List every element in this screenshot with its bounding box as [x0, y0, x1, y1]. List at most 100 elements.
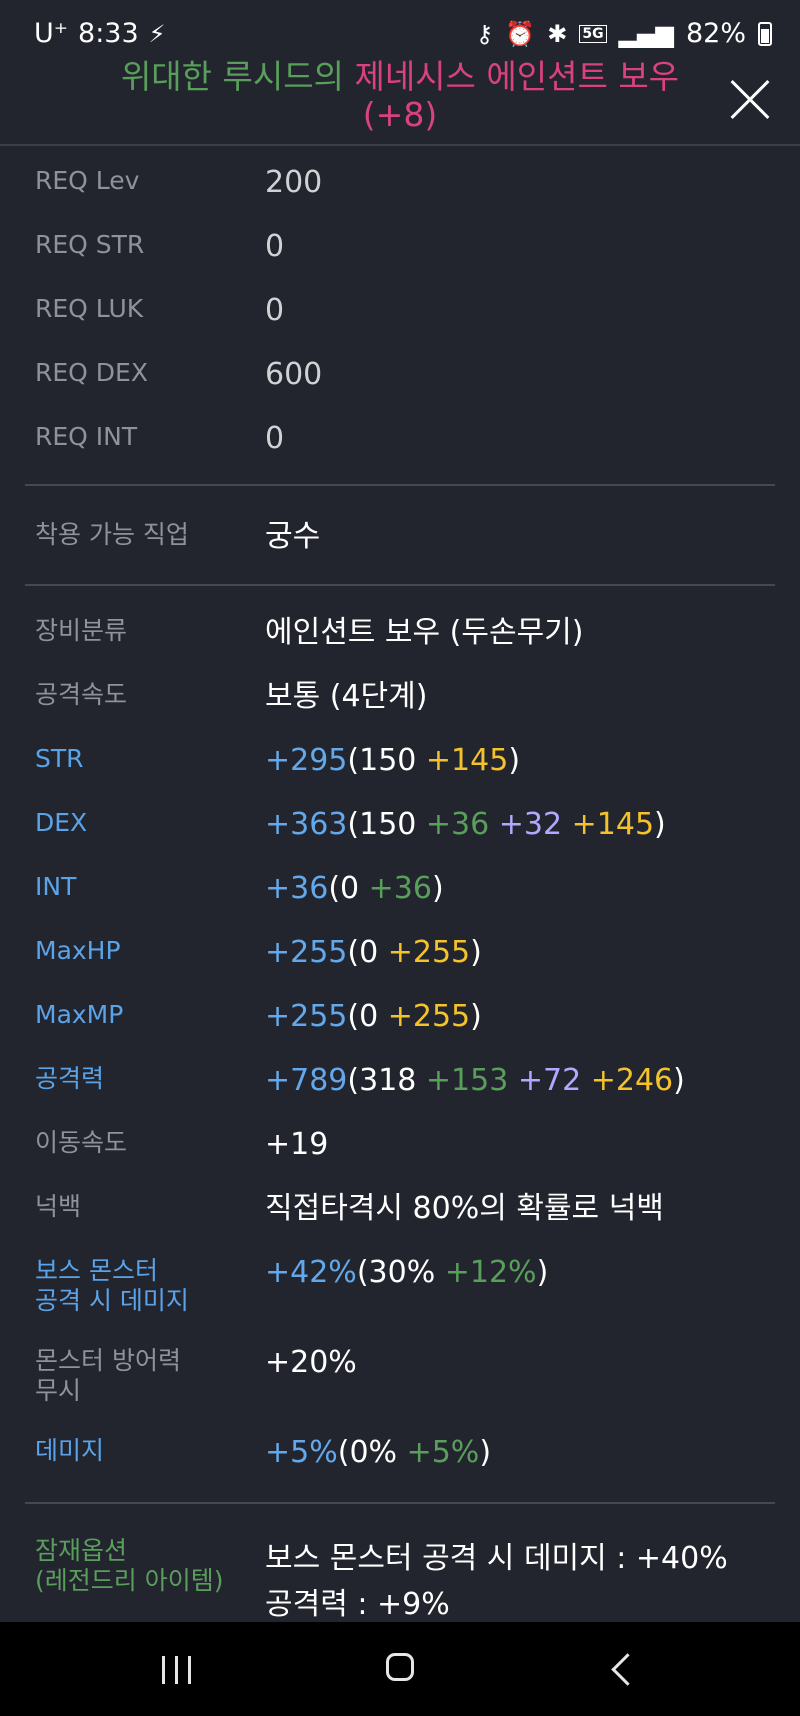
home-icon[interactable] [340, 1622, 460, 1716]
header-divider [0, 144, 800, 146]
dex-value: +363(150 +36 +32 +145) [265, 808, 666, 842]
carrier-label: U⁺ [34, 18, 69, 49]
knockback-row: 넉백 직접타격시 80%의 확률로 넉백 [35, 1192, 775, 1226]
dex-base: (150 [347, 807, 426, 842]
dex-scroll-bonus: +32 [498, 807, 563, 842]
ignore-def-row: 몬스터 방어력 무시 +20% [35, 1346, 775, 1406]
close-icon[interactable] [728, 78, 772, 122]
vpn-key-icon: ⚷ [475, 19, 494, 48]
attack-label: 공격력 [35, 1064, 105, 1093]
alarm-icon: ⏰ [505, 19, 536, 48]
req-dex-label: REQ DEX [35, 358, 148, 387]
damage-total: +5% [265, 1435, 338, 1470]
damage-row: 데미지 +5%(0% +5%) [35, 1436, 775, 1470]
signal-icon: ▂▄▆ [618, 19, 674, 48]
category-label: 장비분류 [35, 616, 128, 645]
boss-damage-bonus: +12% [444, 1255, 537, 1290]
job-row: 착용 가능 직업 궁수 [35, 520, 775, 554]
str-close: ) [508, 743, 521, 778]
potential-values: 보스 몬스터 공격 시 데미지 : +40% 공격력 : +9% [265, 1536, 728, 1628]
ignore-def-label: 몬스터 방어력 무시 [35, 1346, 265, 1406]
boss-damage-label-line2: 공격 시 데미지 [35, 1286, 189, 1315]
dex-close: ) [654, 807, 666, 842]
attack-scroll-bonus: +72 [517, 1063, 582, 1098]
ignore-def-label-line1: 몬스터 방어력 [35, 1346, 181, 1375]
knockback-label: 넉백 [35, 1192, 82, 1221]
maxmp-base: (0 [347, 999, 388, 1034]
title-prefix: 위대한 루시드의 [120, 57, 344, 96]
maxhp-row: MaxHP +255(0 +255) [35, 936, 775, 970]
dex-star-bonus: +145 [571, 807, 655, 842]
status-right: ⚷ ⏰ ✱ 5G ▂▄▆ 82% [476, 18, 772, 49]
back-icon[interactable] [566, 1622, 686, 1716]
attack-speed-value: 보통 (4단계) [265, 679, 428, 714]
str-value: +295(150 +145) [265, 744, 520, 778]
system-navigation-bar [0, 1622, 800, 1716]
attack-speed-row: 공격속도 보통 (4단계) [35, 680, 775, 714]
req-int-value: 0 [265, 421, 285, 456]
maxhp-total: +255 [265, 935, 348, 970]
req-lev-label: REQ Lev [35, 166, 140, 195]
damage-base: (0% [337, 1435, 407, 1470]
req-int-row: REQ INT 0 [35, 422, 775, 456]
section-divider [25, 484, 775, 486]
int-bonus-stat: +36 [368, 871, 432, 906]
boss-damage-value: +42%(30% +12%) [265, 1256, 548, 1316]
int-close: ) [431, 871, 444, 906]
req-dex-row: REQ DEX 600 [35, 358, 775, 392]
attack-base: (318 [347, 1063, 426, 1098]
maxmp-value: +255(0 +255) [265, 1000, 482, 1034]
req-dex-value: 600 [265, 357, 323, 392]
title-item-name: 제네시스 에인션트 보우 [354, 57, 680, 96]
category-row: 장비분류 에인션트 보우 (두손무기) [35, 616, 775, 650]
damage-close: ) [479, 1435, 492, 1470]
battery-percent: 82% [685, 18, 746, 49]
maxmp-row: MaxMP +255(0 +255) [35, 1000, 775, 1034]
data-saver-icon: ⚡ [148, 19, 166, 48]
attack-value: +789(318 +153 +72 +246) [265, 1064, 685, 1098]
int-label: INT [35, 872, 77, 901]
str-base: (150 [347, 743, 426, 778]
ignore-def-label-line2: 무시 [35, 1376, 82, 1405]
damage-value: +5%(0% +5%) [265, 1436, 491, 1470]
job-value: 궁수 [265, 519, 321, 554]
req-str-label: REQ STR [35, 230, 145, 259]
req-luk-row: REQ LUK 0 [35, 294, 775, 328]
boss-damage-label-line1: 보스 몬스터 [35, 1256, 158, 1285]
attack-total: +789 [265, 1063, 348, 1098]
maxhp-base: (0 [347, 935, 388, 970]
potential-label: 잠재옵션 (레전드리 아이템) [35, 1536, 265, 1628]
maxmp-star-bonus: +255 [387, 999, 471, 1034]
attack-row: 공격력 +789(318 +153 +72 +246) [35, 1064, 775, 1098]
section-divider [25, 584, 775, 586]
potential-label-line1: 잠재옵션 [35, 1536, 128, 1565]
battery-icon [758, 21, 772, 46]
potential-row: 잠재옵션 (레전드리 아이템) 보스 몬스터 공격 시 데미지 : +40% 공격력… [35, 1536, 775, 1628]
str-star-bonus: +145 [425, 743, 509, 778]
dex-row: DEX +363(150 +36 +32 +145) [35, 808, 775, 842]
maxhp-star-bonus: +255 [387, 935, 471, 970]
maxmp-label: MaxMP [35, 1000, 124, 1029]
maxhp-label: MaxHP [35, 936, 121, 965]
potential-line-2: 공격력 : +9% [265, 1587, 450, 1622]
req-lev-row: REQ Lev 200 [35, 166, 775, 200]
recents-icon[interactable] [117, 1622, 237, 1716]
boss-damage-total: +42% [265, 1255, 357, 1290]
req-str-value: 0 [265, 229, 285, 264]
boss-damage-row: 보스 몬스터 공격 시 데미지 +42%(30% +12%) [35, 1256, 775, 1316]
move-speed-label: 이동속도 [35, 1128, 128, 1157]
str-total: +295 [265, 743, 348, 778]
bluetooth-icon: ✱ [547, 19, 568, 48]
req-str-row: REQ STR 0 [35, 230, 775, 264]
attack-close: ) [673, 1063, 685, 1098]
attack-bonus-stat: +153 [425, 1063, 509, 1098]
item-title: 위대한 루시드의 제네시스 에인션트 보우 (+8) [80, 58, 720, 134]
str-row: STR +295(150 +145) [35, 744, 775, 778]
str-label: STR [35, 744, 84, 773]
potential-label-line2: (레전드리 아이템) [35, 1566, 224, 1595]
boss-damage-label: 보스 몬스터 공격 시 데미지 [35, 1256, 265, 1316]
attack-speed-label: 공격속도 [35, 680, 128, 709]
dex-label: DEX [35, 808, 88, 837]
network-type: 5G [579, 24, 607, 43]
ignore-def-value: +20% [265, 1345, 357, 1380]
